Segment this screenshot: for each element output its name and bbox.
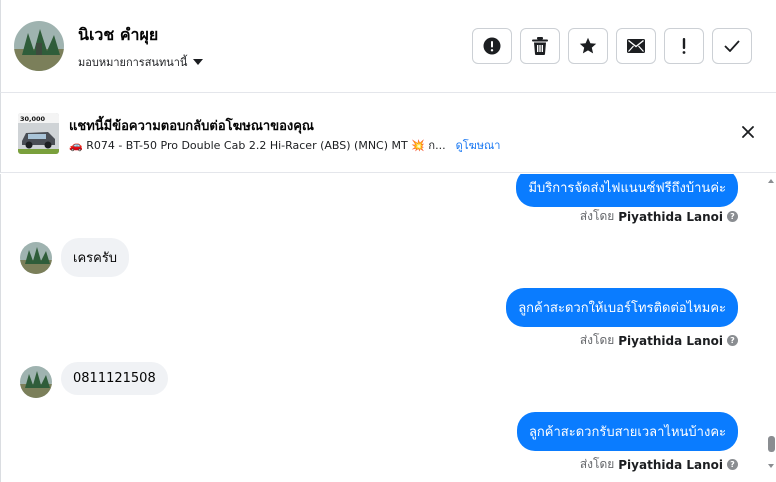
sent-by-prefix: ส่งโดย	[579, 209, 615, 223]
alert-circle-icon	[483, 37, 501, 55]
sent-by-prefix: ส่งโดย	[579, 457, 615, 471]
scroll-up-arrow-icon[interactable]	[768, 179, 774, 183]
info-icon[interactable]: ?	[727, 459, 738, 470]
delete-button[interactable]	[520, 28, 560, 64]
contact-avatar[interactable]	[14, 21, 64, 71]
sent-by-label: ส่งโดย Piyathida Lanoi ?	[580, 331, 738, 350]
sender-name: Piyathida Lanoi	[618, 333, 723, 348]
sender-name: Piyathida Lanoi	[618, 209, 723, 224]
star-button[interactable]	[568, 28, 608, 64]
contact-avatar-small[interactable]	[20, 242, 52, 274]
mark-done-button[interactable]	[712, 28, 752, 64]
envelope-icon	[627, 39, 645, 53]
ad-listing-text: 🚗 R074 - BT-50 Pro Double Cab 2.2 Hi-Rac…	[69, 139, 446, 152]
exclamation-icon	[682, 38, 686, 54]
incoming-message[interactable]: 0811121508	[61, 362, 168, 395]
ad-thumbnail[interactable]: 30,000	[18, 113, 59, 154]
outgoing-message[interactable]: ลูกค้าสะดวกรับสายเวลาไหนบ้างคะ	[516, 412, 738, 451]
scroll-down-arrow-icon[interactable]	[768, 464, 774, 468]
sent-by-label: ส่งโดย Piyathida Lanoi ?	[580, 207, 738, 226]
info-icon[interactable]: ?	[727, 335, 738, 346]
outgoing-message[interactable]: ลูกค้าสะดวกให้เบอร์โทรติดต่อไหมคะ	[506, 288, 738, 327]
ad-reply-banner: 30,000 แชทนี้มีข้อความตอบกลับต่อโฆษณาของ…	[0, 93, 776, 173]
incoming-message[interactable]: เครครับ	[61, 238, 130, 277]
contact-name[interactable]: นิเวช คำผุย	[78, 23, 158, 48]
close-banner-button[interactable]	[739, 123, 757, 141]
close-icon	[742, 126, 754, 138]
outgoing-message[interactable]: มีบริการจัดส่งไฟแนนซ์ฟรีถึงบ้านค่ะ	[516, 174, 738, 207]
message-thread[interactable]: มีบริการจัดส่งไฟแนนซ์ฟรีถึงบ้านค่ะ ส่งโด…	[0, 174, 776, 482]
sender-name: Piyathida Lanoi	[618, 457, 723, 472]
scroll-thumb[interactable]	[768, 436, 775, 452]
follow-up-button[interactable]	[664, 28, 704, 64]
conversation-header: นิเวช คำผุย มอบหมายการสนทนานี้	[0, 0, 776, 93]
sent-by-label: ส่งโดย Piyathida Lanoi ?	[580, 455, 738, 474]
mark-unread-button[interactable]	[616, 28, 656, 64]
ad-subtitle-row: 🚗 R074 - BT-50 Pro Double Cab 2.2 Hi-Rac…	[69, 136, 500, 154]
sent-by-prefix: ส่งโดย	[579, 333, 615, 347]
thread-scrollbar[interactable]	[766, 174, 776, 482]
contact-avatar-small[interactable]	[20, 366, 52, 398]
info-icon[interactable]: ?	[727, 211, 738, 222]
checkmark-icon	[724, 40, 740, 52]
assign-conversation-dropdown[interactable]: มอบหมายการสนทนานี้	[78, 53, 204, 71]
conversation-actions	[472, 28, 752, 64]
svg-text:30,000: 30,000	[20, 115, 46, 123]
assign-label: มอบหมายการสนทนานี้	[78, 56, 188, 69]
star-icon	[579, 37, 597, 54]
view-ad-link[interactable]: ดูโฆษณา	[456, 136, 501, 154]
spam-button[interactable]	[472, 28, 512, 64]
ad-reply-title: แชทนี้มีข้อความตอบกลับต่อโฆษณาของคุณ	[69, 119, 314, 134]
chevron-down-icon	[193, 59, 204, 65]
trash-icon	[532, 37, 548, 55]
